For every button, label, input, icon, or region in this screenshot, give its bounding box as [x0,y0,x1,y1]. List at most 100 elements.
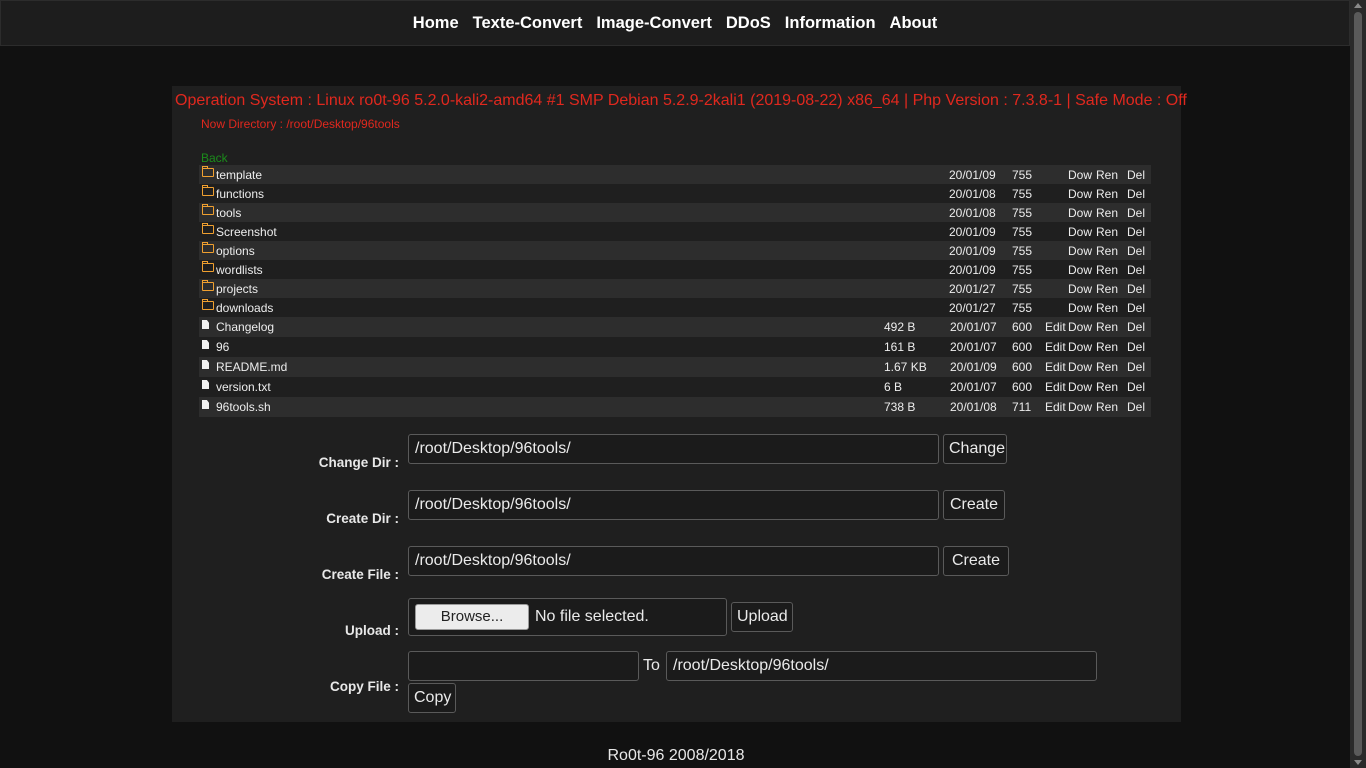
download-link[interactable]: Dow [1068,320,1092,334]
file-perm[interactable]: 600 [1012,360,1032,374]
rename-link[interactable]: Ren [1096,168,1118,182]
delete-link[interactable]: Del [1127,206,1145,220]
rename-link[interactable]: Ren [1096,244,1118,258]
change-dir-input[interactable]: /root/Desktop/96tools/ [408,434,939,464]
scroll-down-arrow-icon[interactable] [1354,760,1362,765]
delete-link[interactable]: Del [1127,168,1145,182]
rename-link[interactable]: Ren [1096,360,1118,374]
edit-link[interactable]: Edit [1045,320,1066,334]
rename-link[interactable]: Ren [1096,340,1118,354]
edit-link[interactable]: Edit [1045,360,1066,374]
page-scrollbar[interactable] [1350,0,1366,768]
folder-row[interactable]: Screenshot 20/01/09 755 Dow Ren Del [199,222,1151,241]
file-name[interactable]: 96 [216,340,229,354]
delete-link[interactable]: Del [1127,225,1145,239]
file-name[interactable]: version.txt [216,380,271,394]
file-row[interactable]: README.md 1.67 KB 20/01/09 600 Edit Dow … [199,357,1151,377]
folder-name[interactable]: downloads [216,301,273,315]
download-link[interactable]: Dow [1068,187,1092,201]
download-link[interactable]: Dow [1068,400,1092,414]
file-perm[interactable]: 711 [1012,400,1031,414]
folder-perm[interactable]: 755 [1012,301,1032,315]
file-perm[interactable]: 600 [1012,320,1032,334]
create-file-input[interactable]: /root/Desktop/96tools/ [408,546,939,576]
file-name[interactable]: 96tools.sh [216,400,271,414]
nav-texte-convert[interactable]: Texte-Convert [473,14,583,33]
browse-button[interactable]: Browse... [415,604,529,630]
nav-information[interactable]: Information [785,14,876,33]
scroll-up-arrow-icon[interactable] [1354,3,1362,8]
create-dir-button[interactable]: Create [943,490,1005,520]
folder-name[interactable]: options [216,244,255,258]
folder-row[interactable]: template 20/01/09 755 Dow Ren Del [199,165,1151,184]
folder-perm[interactable]: 755 [1012,168,1032,182]
folder-name[interactable]: projects [216,282,258,296]
file-row[interactable]: 96 161 B 20/01/07 600 Edit Dow Ren Del [199,337,1151,357]
edit-link[interactable]: Edit [1045,400,1066,414]
delete-link[interactable]: Del [1127,187,1145,201]
folder-name[interactable]: template [216,168,262,182]
download-link[interactable]: Dow [1068,225,1092,239]
rename-link[interactable]: Ren [1096,263,1118,277]
rename-link[interactable]: Ren [1096,400,1118,414]
download-link[interactable]: Dow [1068,168,1092,182]
download-link[interactable]: Dow [1068,340,1092,354]
folder-row[interactable]: projects 20/01/27 755 Dow Ren Del [199,279,1151,298]
create-dir-input[interactable]: /root/Desktop/96tools/ [408,490,939,520]
copy-dest-input[interactable]: /root/Desktop/96tools/ [666,651,1097,681]
back-link[interactable]: Back [201,151,228,165]
folder-name[interactable]: functions [216,187,264,201]
download-link[interactable]: Dow [1068,380,1092,394]
folder-perm[interactable]: 755 [1012,244,1032,258]
folder-row[interactable]: functions 20/01/08 755 Dow Ren Del [199,184,1151,203]
file-name[interactable]: README.md [216,360,287,374]
delete-link[interactable]: Del [1127,263,1145,277]
folder-row[interactable]: downloads 20/01/27 755 Dow Ren Del [199,298,1151,317]
download-link[interactable]: Dow [1068,206,1092,220]
delete-link[interactable]: Del [1127,320,1145,334]
nav-ddos[interactable]: DDoS [726,14,771,33]
edit-link[interactable]: Edit [1045,340,1066,354]
nav-home[interactable]: Home [413,14,459,33]
folder-perm[interactable]: 755 [1012,187,1032,201]
download-link[interactable]: Dow [1068,301,1092,315]
folder-row[interactable]: tools 20/01/08 755 Dow Ren Del [199,203,1151,222]
file-row[interactable]: 96tools.sh 738 B 20/01/08 711 Edit Dow R… [199,397,1151,417]
file-perm[interactable]: 600 [1012,380,1032,394]
folder-name[interactable]: wordlists [216,263,263,277]
download-link[interactable]: Dow [1068,360,1092,374]
download-link[interactable]: Dow [1068,282,1092,296]
folder-perm[interactable]: 755 [1012,263,1032,277]
download-link[interactable]: Dow [1068,244,1092,258]
folder-name[interactable]: tools [216,206,241,220]
rename-link[interactable]: Ren [1096,225,1118,239]
folder-perm[interactable]: 755 [1012,282,1032,296]
file-name[interactable]: Changelog [216,320,274,334]
rename-link[interactable]: Ren [1096,320,1118,334]
upload-button[interactable]: Upload [731,602,793,632]
delete-link[interactable]: Del [1127,360,1145,374]
file-picker[interactable]: Browse... No file selected. [408,598,727,636]
edit-link[interactable]: Edit [1045,380,1066,394]
rename-link[interactable]: Ren [1096,282,1118,296]
delete-link[interactable]: Del [1127,400,1145,414]
file-row[interactable]: Changelog 492 B 20/01/07 600 Edit Dow Re… [199,317,1151,337]
delete-link[interactable]: Del [1127,244,1145,258]
copy-source-input[interactable] [408,651,639,681]
folder-row[interactable]: wordlists 20/01/09 755 Dow Ren Del [199,260,1151,279]
nav-image-convert[interactable]: Image-Convert [596,14,712,33]
folder-perm[interactable]: 755 [1012,206,1032,220]
folder-row[interactable]: options 20/01/09 755 Dow Ren Del [199,241,1151,260]
rename-link[interactable]: Ren [1096,301,1118,315]
rename-link[interactable]: Ren [1096,380,1118,394]
copy-button[interactable]: Copy [408,683,456,713]
download-link[interactable]: Dow [1068,263,1092,277]
rename-link[interactable]: Ren [1096,187,1118,201]
folder-name[interactable]: Screenshot [216,225,277,239]
file-perm[interactable]: 600 [1012,340,1032,354]
delete-link[interactable]: Del [1127,301,1145,315]
file-row[interactable]: version.txt 6 B 20/01/07 600 Edit Dow Re… [199,377,1151,397]
folder-perm[interactable]: 755 [1012,225,1032,239]
delete-link[interactable]: Del [1127,380,1145,394]
nav-about[interactable]: About [890,14,938,33]
